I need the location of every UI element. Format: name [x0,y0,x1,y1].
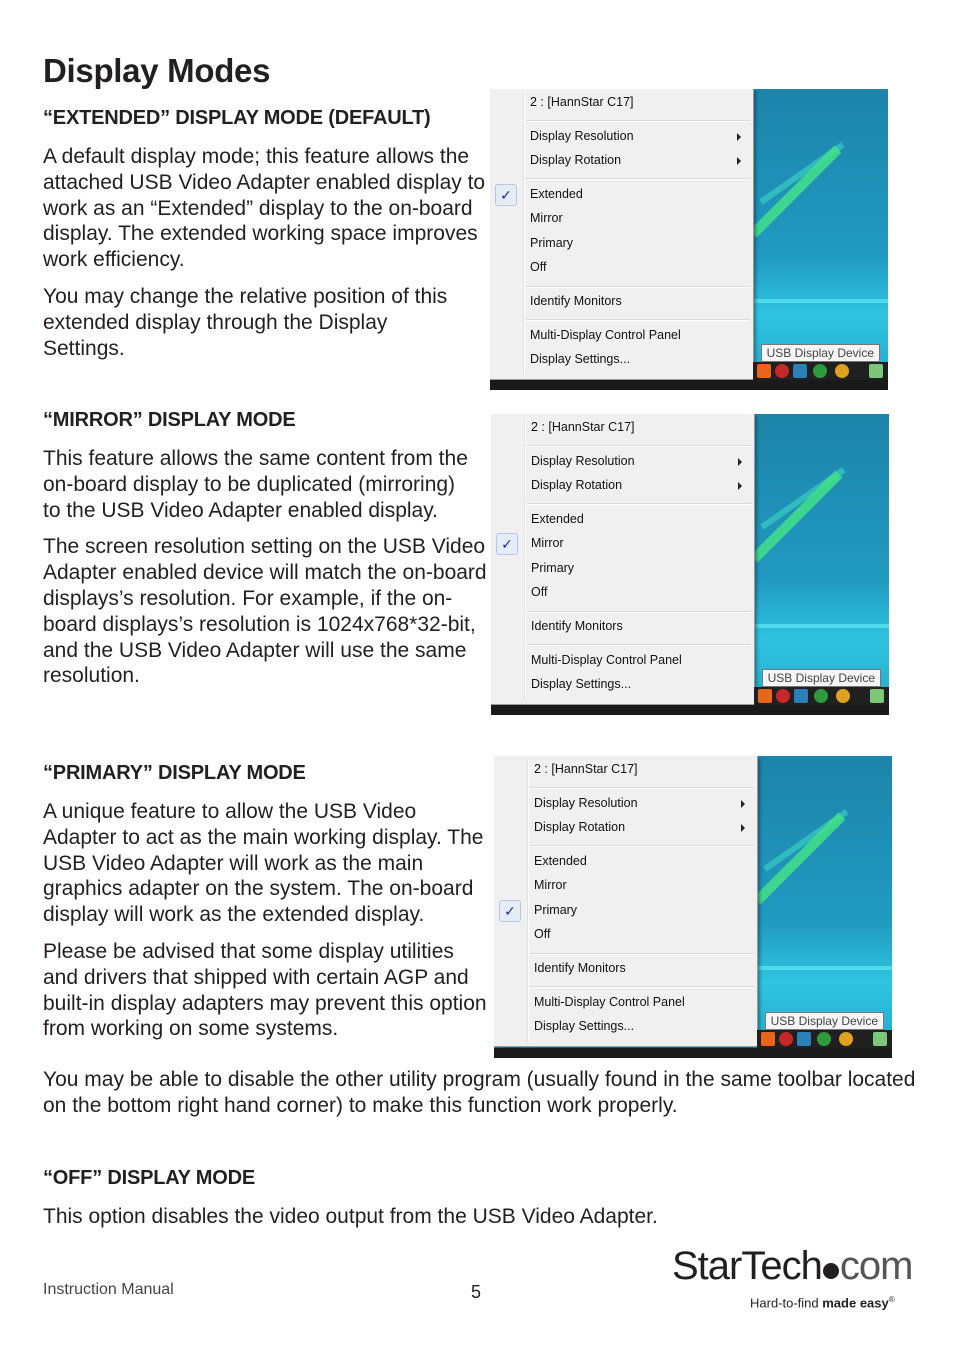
usb-display-icon[interactable] [761,1032,775,1046]
submenu-arrow-icon [741,800,745,808]
system-tray [754,687,889,705]
primary-paragraph-2: Please be advised that some display util… [43,939,487,1041]
menu-item-extended[interactable]: Extended [531,512,584,526]
menu-item-primary[interactable]: Primary [534,903,577,917]
page-title: Display Modes [43,52,271,89]
warning-icon[interactable] [835,364,849,378]
menu-item-display-resolution[interactable]: Display Resolution [531,454,635,468]
primary-heading: “PRIMARY” DISPLAY MODE [43,762,306,784]
menu-item-display-rotation[interactable]: Display Rotation [531,478,622,492]
menu-screenshot-extended: 2 : [HannStar C17] Display Resolution Di… [490,89,888,390]
logo-tagline: Hard-to-find made easy® [750,1295,895,1310]
menu-item-extended[interactable]: Extended [530,187,583,201]
warning-icon[interactable] [839,1032,853,1046]
extended-heading: “EXTENDED” DISPLAY MODE (DEFAULT) [43,107,431,129]
submenu-arrow-icon [738,482,742,490]
off-heading: “OFF” DISPLAY MODE [43,1167,255,1189]
taskbar [490,380,888,390]
power-icon[interactable] [873,1032,887,1046]
menu-item-display-rotation[interactable]: Display Rotation [534,820,625,834]
checkmark-icon: ✓ [495,184,517,206]
tooltip: USB Display Device [760,344,880,362]
logo-brand: StarTech [672,1244,823,1288]
primary-paragraph-1: A unique feature to allow the USB Video … [43,800,484,927]
security-alert-icon[interactable] [779,1032,793,1046]
menu-item-mirror[interactable]: Mirror [534,878,567,892]
context-menu: 2 : [HannStar C17] Display Resolution Di… [491,414,755,705]
device-ok-icon[interactable] [814,689,828,703]
network-icon[interactable] [797,1032,811,1046]
registered-mark: ® [888,1295,895,1304]
security-alert-icon[interactable] [775,364,789,378]
mirror-paragraph-1: This feature allows the same content fro… [43,447,468,522]
checkmark-icon: ✓ [499,900,521,922]
menu-item-display-settings[interactable]: Display Settings... [530,352,630,366]
submenu-arrow-icon [741,824,745,832]
menu-item-display-settings[interactable]: Display Settings... [531,677,631,691]
off-paragraph-1: This option disables the video output fr… [43,1205,658,1228]
page-number: 5 [471,1282,482,1302]
submenu-arrow-icon [737,157,741,165]
primary-continuation: You may be able to disable the other uti… [43,1068,916,1117]
tagline-bold: made easy [822,1295,889,1311]
taskbar [494,1048,892,1058]
tooltip: USB Display Device [761,669,881,687]
menu-header: 2 : [HannStar C17] [530,95,634,109]
menu-item-mirror[interactable]: Mirror [531,536,564,550]
mirror-paragraph-2: The screen resolution setting on the USB… [43,535,487,688]
logo-suffix: com [839,1244,914,1288]
submenu-arrow-icon [738,458,742,466]
menu-item-extended[interactable]: Extended [534,854,587,868]
taskbar [491,705,889,715]
menu-screenshot-primary: 2 : [HannStar C17] Display Resolution Di… [494,756,892,1058]
primary-body: A unique feature to allow the USB Video … [43,799,488,1042]
menu-item-identify-monitors[interactable]: Identify Monitors [531,619,623,633]
menu-item-display-resolution[interactable]: Display Resolution [530,129,634,143]
menu-header: 2 : [HannStar C17] [531,420,635,434]
checkmark-icon: ✓ [496,533,518,555]
power-icon[interactable] [869,364,883,378]
tagline-regular: Hard-to-find [750,1295,823,1311]
warning-icon[interactable] [836,689,850,703]
power-icon[interactable] [870,689,884,703]
extended-paragraph-1: A default display mode; this feature all… [43,145,486,272]
menu-item-identify-monitors[interactable]: Identify Monitors [534,961,626,975]
menu-item-primary[interactable]: Primary [531,561,574,575]
extended-paragraph-2: You may change the relative position of … [43,284,448,360]
menu-item-primary[interactable]: Primary [530,236,573,250]
mirror-body: This feature allows the same content fro… [43,446,498,689]
menu-header: 2 : [HannStar C17] [534,762,638,776]
menu-item-control-panel[interactable]: Multi-Display Control Panel [531,653,682,667]
extended-body: A default display mode; this feature all… [43,144,488,361]
context-menu: 2 : [HannStar C17] Display Resolution Di… [490,89,754,380]
menu-item-control-panel[interactable]: Multi-Display Control Panel [530,328,681,342]
device-ok-icon[interactable] [817,1032,831,1046]
menu-item-identify-monitors[interactable]: Identify Monitors [530,294,622,308]
usb-display-icon[interactable] [757,364,771,378]
menu-item-display-rotation[interactable]: Display Rotation [530,153,621,167]
network-icon[interactable] [794,689,808,703]
mirror-heading: “MIRROR” DISPLAY MODE [43,409,296,431]
submenu-arrow-icon [737,133,741,141]
network-icon[interactable] [793,364,807,378]
menu-item-off[interactable]: Off [531,585,547,599]
logo-dot-icon [822,1263,839,1279]
system-tray [757,1030,892,1048]
device-ok-icon[interactable] [813,364,827,378]
menu-item-display-resolution[interactable]: Display Resolution [534,796,638,810]
tooltip: USB Display Device [764,1012,884,1030]
security-alert-icon[interactable] [776,689,790,703]
context-menu: 2 : [HannStar C17] Display Resolution Di… [494,756,758,1047]
menu-item-display-settings[interactable]: Display Settings... [534,1019,634,1033]
startech-logo: StarTech com [672,1244,914,1289]
system-tray [753,362,888,380]
footer-manual-label: Instruction Manual [43,1281,174,1298]
usb-display-icon[interactable] [758,689,772,703]
menu-item-off[interactable]: Off [530,260,546,274]
menu-item-mirror[interactable]: Mirror [530,211,563,225]
menu-item-off[interactable]: Off [534,927,550,941]
menu-item-control-panel[interactable]: Multi-Display Control Panel [534,995,685,1009]
menu-screenshot-mirror: 2 : [HannStar C17] Display Resolution Di… [491,414,889,715]
